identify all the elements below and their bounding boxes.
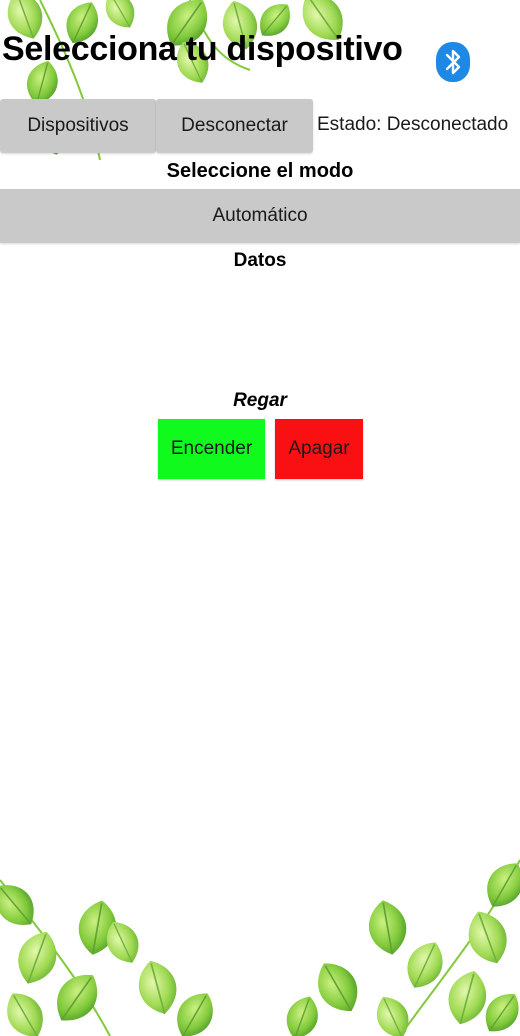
turn-off-button[interactable]: Apagar [275, 419, 363, 479]
app-screen: Selecciona tu dispositivo Dispositivos D… [0, 0, 520, 1036]
turn-on-button[interactable]: Encender [158, 419, 265, 479]
connection-status: Estado: Desconectado [317, 114, 509, 135]
page-title: Selecciona tu dispositivo [2, 30, 403, 68]
mode-heading: Seleccione el modo [166, 160, 354, 182]
devices-button[interactable]: Dispositivos [0, 99, 156, 153]
bluetooth-icon[interactable] [436, 42, 470, 82]
data-heading: Datos [233, 250, 287, 271]
mode-selector-button[interactable]: Automático [0, 189, 520, 243]
disconnect-button[interactable]: Desconectar [156, 99, 313, 153]
irrigation-heading: Regar [233, 390, 287, 411]
